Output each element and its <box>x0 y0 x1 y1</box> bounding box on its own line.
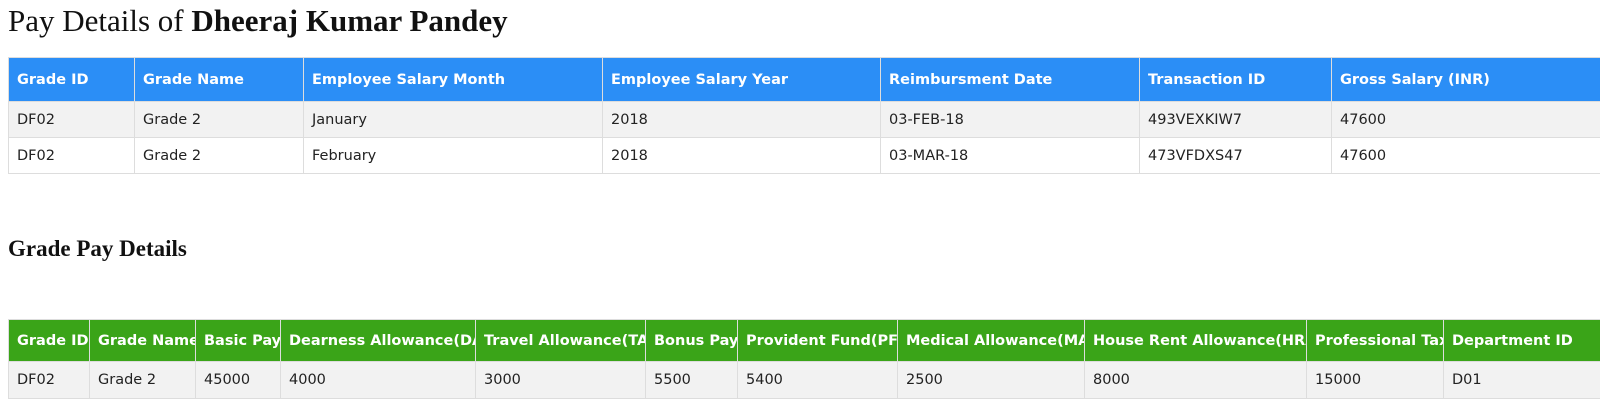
page-title-prefix: Pay Details of <box>8 3 184 38</box>
table-cell: 47600 <box>1331 101 1600 138</box>
grade-table-header-row: Grade ID Grade Name Basic Pay Dearness A… <box>8 319 1600 362</box>
table-cell: 2018 <box>602 137 881 174</box>
table-cell: 15000 <box>1306 361 1444 399</box>
table-cell: 493VEXKIW7 <box>1139 101 1332 138</box>
grade-col-header: Basic Pay <box>195 319 281 362</box>
pay-col-header: Grade Name <box>134 57 304 102</box>
grade-col-header: Professional Tax <box>1306 319 1444 362</box>
grade-pay-table: Grade ID Grade Name Basic Pay Dearness A… <box>8 319 1600 399</box>
grade-col-header: Department ID <box>1443 319 1600 362</box>
pay-col-header: Grade ID <box>8 57 135 102</box>
table-cell: 03-FEB-18 <box>880 101 1140 138</box>
pay-col-header: Reimbursment Date <box>880 57 1140 102</box>
grade-col-header: Medical Allowance(MA) <box>897 319 1085 362</box>
table-cell: February <box>303 137 603 174</box>
pay-table-header-row: Grade ID Grade Name Employee Salary Mont… <box>8 57 1600 102</box>
grade-col-header: Dearness Allowance(DA) <box>280 319 476 362</box>
table-cell: Grade 2 <box>134 137 304 174</box>
pay-col-header: Gross Salary (INR) <box>1331 57 1600 102</box>
pay-col-header: Employee Salary Year <box>602 57 881 102</box>
pay-details-table: Grade ID Grade Name Employee Salary Mont… <box>8 57 1600 174</box>
table-cell: 03-MAR-18 <box>880 137 1140 174</box>
employee-name: Dheeraj Kumar Pandey <box>191 3 508 38</box>
table-cell: DF02 <box>8 101 135 138</box>
grade-col-header: House Rent Allowance(HRA) <box>1084 319 1307 362</box>
grade-col-header: Grade Name <box>89 319 196 362</box>
table-cell: 5500 <box>645 361 738 399</box>
section-title: Grade Pay Details <box>8 236 187 261</box>
page-title: Pay Details of Dheeraj Kumar Pandey <box>8 0 508 42</box>
table-cell: 45000 <box>195 361 281 399</box>
table-cell: 3000 <box>475 361 646 399</box>
table-cell: 5400 <box>737 361 898 399</box>
grade-col-header: Grade ID <box>8 319 90 362</box>
table-cell: January <box>303 101 603 138</box>
table-cell: DF02 <box>8 361 90 399</box>
table-cell: 473VFDXS47 <box>1139 137 1332 174</box>
table-cell: 2018 <box>602 101 881 138</box>
grade-col-header: Travel Allowance(TA) <box>475 319 646 362</box>
table-cell: D01 <box>1443 361 1600 399</box>
table-cell: Grade 2 <box>89 361 196 399</box>
table-cell: 2500 <box>897 361 1085 399</box>
pay-col-header: Transaction ID <box>1139 57 1332 102</box>
table-row: DF02 Grade 2 45000 4000 3000 5500 5400 2… <box>8 361 1600 399</box>
grade-col-header: Bonus Pay <box>645 319 738 362</box>
pay-col-header: Employee Salary Month <box>303 57 603 102</box>
table-cell: 4000 <box>280 361 476 399</box>
table-cell: Grade 2 <box>134 101 304 138</box>
grade-col-header: Provident Fund(PF) <box>737 319 898 362</box>
table-row: DF02 Grade 2 January 2018 03-FEB-18 493V… <box>8 101 1600 138</box>
table-cell: 8000 <box>1084 361 1307 399</box>
table-cell: 47600 <box>1331 137 1600 174</box>
table-row: DF02 Grade 2 February 2018 03-MAR-18 473… <box>8 137 1600 174</box>
table-cell: DF02 <box>8 137 135 174</box>
